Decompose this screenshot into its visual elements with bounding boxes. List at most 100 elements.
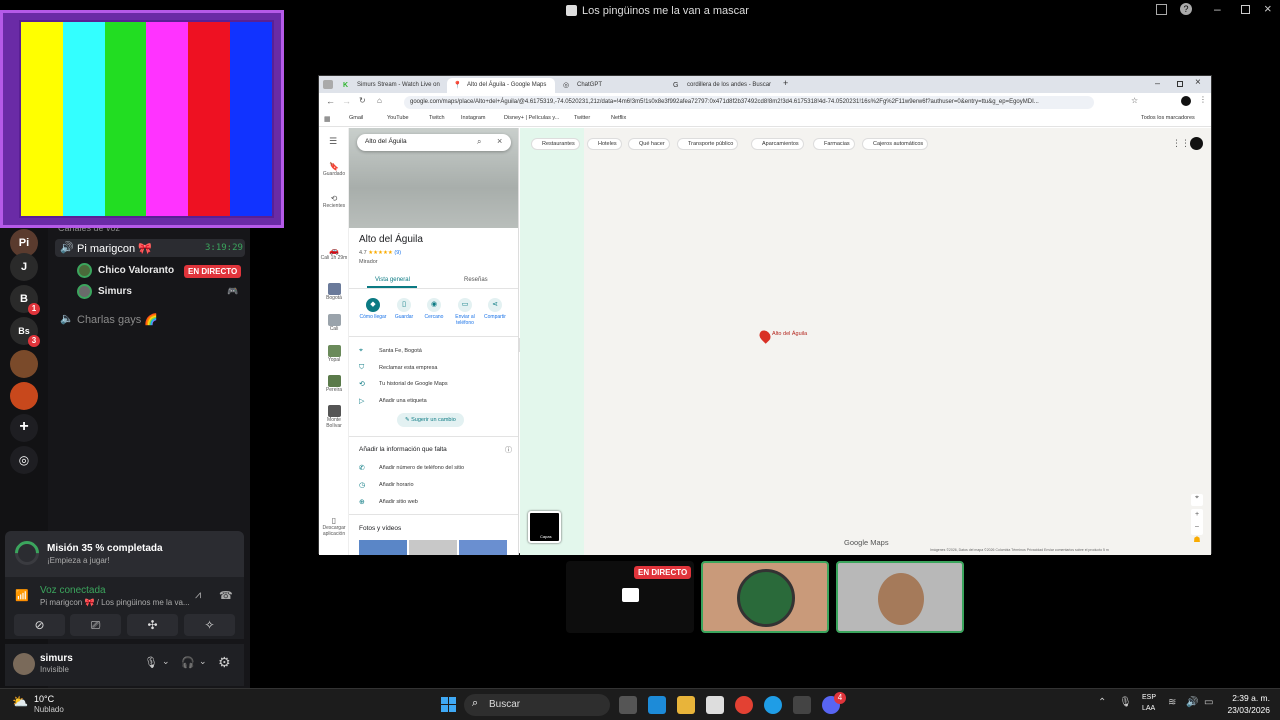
tab-actions-icon[interactable] [323,80,333,89]
profile-avatar[interactable] [1181,96,1191,106]
participant-tile[interactable] [701,561,829,633]
review-count[interactable]: (9) [394,250,401,256]
avatar[interactable] [13,653,35,675]
server-icon-j[interactable]: J [10,253,38,281]
search-box[interactable]: Alto del Águila ⌕ × [357,134,511,151]
inbox-icon[interactable] [1156,4,1167,15]
voice-channel-second[interactable]: 🔈 Charlas gays 🌈 [55,310,245,328]
chevron-up-icon[interactable]: ⌃ [1098,697,1106,708]
layers-button[interactable]: Capas [528,511,561,543]
mission-panel[interactable]: Misión 35 % completada ¡Empieza a jugar! [5,531,244,577]
rail-saved[interactable]: 🔖 Guardado [319,162,349,177]
copilot-icon[interactable] [648,696,666,714]
screen-share-button[interactable]: ⎚ [70,614,121,636]
steam-icon[interactable] [793,696,811,714]
bookmark-instagram[interactable]: Instagram [461,115,485,121]
file-explorer-icon[interactable] [677,696,695,714]
detail-label[interactable]: Añadir una etiqueta [379,398,427,404]
new-tab-button[interactable]: + [783,78,788,88]
suggest-edit-button[interactable]: ✎ Sugerir un cambio [397,413,464,427]
chip-things-to-do[interactable]: Qué hacer [628,138,670,150]
url-field[interactable]: google.com/maps/place/Alto+del+Águila/@4… [404,96,1094,109]
bookmark-gmail[interactable]: Gmail [349,115,363,121]
apps-grid-icon[interactable]: ⋮⋮ [1172,138,1190,149]
photo-thumbnail[interactable] [409,540,457,555]
battery-icon[interactable]: ▭ [1204,697,1213,708]
star-icon[interactable]: ☆ [1131,96,1138,105]
forward-icon[interactable]: → [342,96,351,106]
tab-simurs-stream[interactable]: K Simurs Stream - Watch Live on [337,78,445,93]
server-icon-bs[interactable]: Bs 3 [10,317,40,347]
home-icon[interactable]: ⌂ [377,96,382,105]
pin-label[interactable]: Alto del Águila [772,331,807,337]
bookmark-twitter[interactable]: Twitter [574,115,590,121]
clock-time[interactable]: 2:39 a. m. [1228,693,1270,703]
chip-parking[interactable]: Aparcamientos [751,138,804,150]
save-button[interactable]: ▯ Guardar [389,298,419,320]
rail-download-app[interactable]: ▯ Descargar aplicación [319,516,349,537]
clock-date[interactable]: 23/03/2026 [1222,705,1270,715]
chevron-down-icon[interactable]: ⌄ [199,656,207,667]
account-avatar[interactable] [1190,137,1203,150]
language-code[interactable]: ESP [1142,694,1156,701]
map-canvas[interactable]: Restaurantes Hoteles Qué hacer Transport… [520,128,1211,555]
map-pin-icon[interactable] [757,328,773,344]
voice-location[interactable]: Pi marigcon 🎀 / Los pingüinos me la va..… [40,598,190,607]
photo-thumbnail[interactable] [459,540,507,555]
server-icon-b[interactable]: B 1 [10,285,40,315]
search-icon[interactable]: ⌕ [477,137,481,147]
menu-icon[interactable]: ⋮ [1199,95,1207,104]
minimize-icon[interactable]: – [1214,2,1221,16]
add-hours[interactable]: Añadir horario [379,482,414,488]
activities-button[interactable]: ✣ [127,614,178,636]
tab-google-search[interactable]: G cordillera de los andes - Buscar [667,78,775,93]
keyboard-layout[interactable]: LAA [1142,705,1155,712]
discover-icon[interactable]: ◎ [10,446,38,474]
bookmark-disney[interactable]: Disney+ | Películas y... [504,115,559,121]
noise-suppression-icon[interactable]: ⩘ [195,589,201,602]
nearby-button[interactable]: ◉ Cercano [419,298,449,320]
voice-member[interactable]: Simurs 🎮 [55,283,245,301]
rail-trip[interactable]: 🚗 Cali 1h 29m [319,246,349,261]
rail-yopal[interactable]: Yopal [319,345,349,363]
edge-icon[interactable] [764,696,782,714]
add-website[interactable]: Añadir sitio web [379,499,418,505]
rail-monte-bolivar[interactable]: Monte Bolívar [319,405,349,429]
share-button[interactable]: ⋖ Compartir [480,298,510,320]
tab-google-maps[interactable]: 📍 Alto del Águila - Google Maps [447,78,555,93]
menu-icon[interactable]: ☰ [329,136,337,147]
headphones-icon[interactable]: 🎧 [181,656,195,669]
rail-recent[interactable]: ⟲ Recientes [319,194,349,209]
voice-member[interactable]: Chico Valoranto EN DIRECTO [55,262,245,280]
help-icon[interactable]: ? [1180,3,1192,15]
chip-restaurants[interactable]: Restaurantes [531,138,580,150]
chip-atms[interactable]: Cajeros automáticos [862,138,929,150]
chip-hotels[interactable]: Hoteles [587,138,622,150]
detail-address[interactable]: Santa Fe, Bogotá [379,348,422,354]
soundboard-button[interactable]: ✧ [184,614,235,636]
chrome-icon[interactable] [735,696,753,714]
place-category[interactable]: Mirador [359,259,378,265]
tab-overview[interactable]: Vista general [375,277,410,283]
camera-off-button[interactable]: ⊘ [14,614,65,636]
all-bookmarks[interactable]: Todos los marcadores [1141,115,1195,121]
weather-icon[interactable]: ⛅ [12,694,28,710]
reload-icon[interactable]: ↻ [359,96,366,105]
back-icon[interactable]: ← [326,96,335,106]
volume-icon[interactable]: 🔊 [1186,697,1198,708]
close-icon[interactable]: × [1195,77,1201,88]
bookmark-netflix[interactable]: Netflix [611,115,626,121]
photo-thumbnail[interactable] [359,540,407,555]
restore-icon[interactable] [1177,81,1183,87]
maximize-icon[interactable] [1241,5,1250,14]
close-icon[interactable]: × [497,136,502,146]
rail-bogota[interactable]: Bogotá [319,283,349,301]
bookmark-youtube[interactable]: YouTube [387,115,409,121]
store-icon[interactable] [706,696,724,714]
chip-transit[interactable]: Transporte público [677,138,739,150]
zoom-controls[interactable]: + – [1191,509,1203,535]
microphone-icon[interactable]: 🎙 [1119,697,1132,708]
detail-claim[interactable]: Reclamar esta empresa [379,365,437,371]
search-input[interactable]: Alto del Águila [365,138,407,145]
discord-icon[interactable]: 4 [822,692,846,714]
